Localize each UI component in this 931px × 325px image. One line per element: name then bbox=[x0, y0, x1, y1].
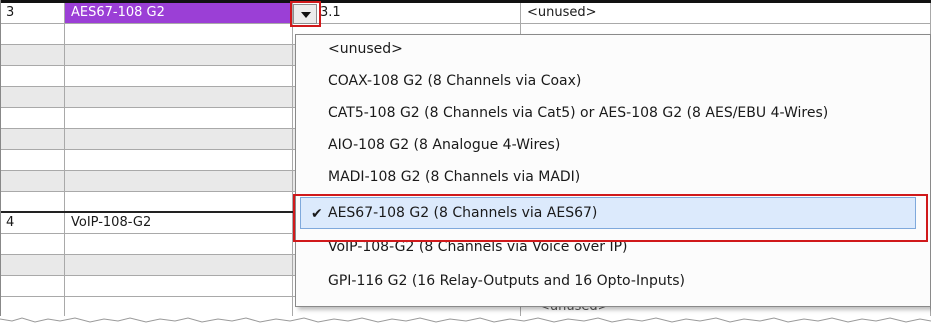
slot-number-cell: 4 bbox=[0, 213, 65, 233]
callout-dropdown-button bbox=[290, 1, 321, 27]
function-cell[interactable]: <unused> bbox=[521, 3, 931, 23]
slot-number-cell bbox=[0, 66, 65, 86]
module-type-cell bbox=[65, 45, 293, 65]
module-type-cell bbox=[65, 24, 293, 44]
torn-edge bbox=[0, 316, 931, 325]
slot-number-cell bbox=[0, 234, 65, 254]
slot-number-cell bbox=[0, 24, 65, 44]
module-type-cell bbox=[65, 276, 293, 296]
slot-number-cell bbox=[0, 129, 65, 149]
module-type-cell bbox=[65, 108, 293, 128]
module-type-cell bbox=[65, 129, 293, 149]
slot-number-cell bbox=[0, 45, 65, 65]
slot-number-cell bbox=[0, 192, 65, 212]
module-type-cell bbox=[65, 150, 293, 170]
table-row[interactable]: 3 AES67-108 G2 <unused> bbox=[0, 3, 931, 24]
channel-value: 3.1 bbox=[320, 5, 341, 20]
module-type-cell bbox=[65, 192, 293, 212]
slot-number-cell bbox=[0, 276, 65, 296]
module-type-cell bbox=[65, 66, 293, 86]
module-type-dropdown-list: <unused> COAX-108 G2 (8 Channels via Coa… bbox=[295, 34, 931, 307]
callout-selected-item bbox=[293, 194, 928, 242]
menu-item-madi[interactable]: MADI-108 G2 (8 Channels via MADI) bbox=[328, 163, 580, 191]
module-type-cell bbox=[65, 87, 293, 107]
slot-number-cell: 3 bbox=[0, 3, 65, 23]
slot-number-cell bbox=[0, 297, 65, 317]
module-type-cell bbox=[65, 171, 293, 191]
module-type-cell bbox=[65, 234, 293, 254]
module-type-cell[interactable]: VoIP-108-G2 bbox=[65, 213, 293, 233]
menu-item-unused[interactable]: <unused> bbox=[328, 35, 403, 63]
slot-number-cell bbox=[0, 87, 65, 107]
menu-item-cat5-aes[interactable]: CAT5-108 G2 (8 Channels via Cat5) or AES… bbox=[328, 99, 828, 127]
menu-item-aio[interactable]: AIO-108 G2 (8 Analogue 4-Wires) bbox=[328, 131, 560, 159]
menu-item-coax[interactable]: COAX-108 G2 (8 Channels via Coax) bbox=[328, 67, 581, 95]
table-left-border bbox=[0, 0, 1, 318]
slot-number-cell bbox=[0, 255, 65, 275]
module-type-cell bbox=[65, 255, 293, 275]
slot-number-cell bbox=[0, 150, 65, 170]
menu-item-gpi[interactable]: GPI-116 G2 (16 Relay-Outputs and 16 Opto… bbox=[328, 267, 685, 295]
slot-number-cell bbox=[0, 108, 65, 128]
module-type-cell[interactable]: AES67-108 G2 bbox=[65, 3, 293, 23]
slot-number-cell bbox=[0, 171, 65, 191]
module-type-cell bbox=[65, 297, 293, 317]
